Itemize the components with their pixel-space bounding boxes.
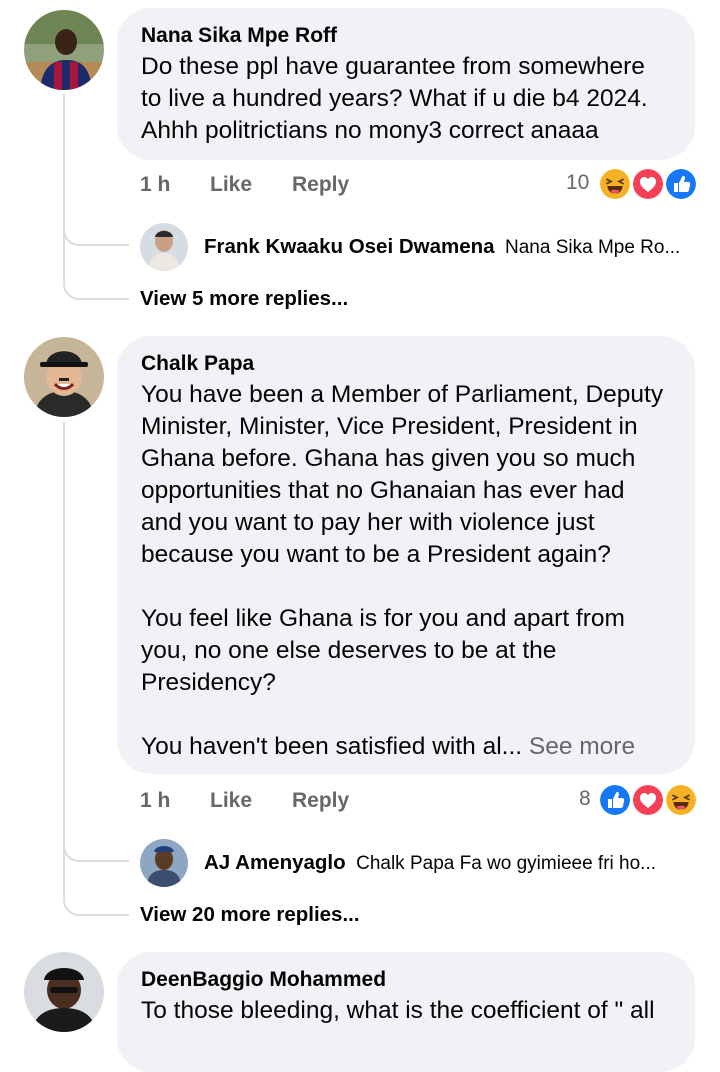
comment-author[interactable]: Chalk Papa	[141, 349, 671, 379]
truncated-text: You haven't been satisfied with al...	[141, 733, 523, 760]
reply-preview[interactable]: AJ Amenyaglo Chalk Papa Fa wo gyimieee f…	[204, 849, 656, 879]
reply-preview[interactable]: Frank Kwaaku Osei Dwamena Nana Sika Mpe …	[204, 233, 680, 263]
thumbs-up-icon[interactable]	[598, 783, 632, 817]
heart-icon[interactable]	[631, 783, 665, 817]
comment-text-line: you, no one else deserves to be at the	[141, 637, 557, 664]
comment-text-line	[141, 571, 671, 603]
thread-connector	[63, 200, 129, 246]
avatar[interactable]	[24, 952, 104, 1032]
laughing-face-icon[interactable]	[598, 167, 632, 201]
like-button[interactable]: Like	[210, 170, 252, 200]
avatar[interactable]	[24, 10, 104, 90]
comment-text-line: Ahhh politrictians no mony3 correct anaa…	[141, 117, 599, 144]
comment-bubble[interactable]: DeenBaggio Mohammed To those bleeding, w…	[117, 952, 695, 1072]
reaction-count[interactable]: 10	[566, 168, 589, 198]
avatar[interactable]	[24, 337, 104, 417]
reply-avatar[interactable]	[140, 223, 188, 271]
user-avatar-icon	[140, 839, 188, 887]
like-button[interactable]: Like	[210, 786, 252, 816]
thread-connector	[63, 244, 129, 300]
laughing-face-icon[interactable]	[664, 783, 698, 817]
comment-text-line: Minister, Minister, Vice President, Pres…	[141, 413, 638, 440]
thread-line	[63, 422, 65, 860]
reply-text: Chalk Papa Fa wo gyimieee fri ho...	[356, 853, 657, 874]
comment-text-line: opportunities that no Ghanaian has ever …	[141, 477, 625, 504]
comment-timestamp[interactable]: 1 h	[140, 170, 170, 200]
heart-icon[interactable]	[631, 167, 665, 201]
reply-button[interactable]: Reply	[292, 786, 349, 816]
comment-bubble[interactable]: Chalk Papa You have been a Member of Par…	[117, 336, 695, 774]
comment-text-line: You have been a Member of Parliament, De…	[141, 381, 664, 408]
thumbs-up-icon[interactable]	[664, 167, 698, 201]
comment-text-line: You feel like Ghana is for you and apart…	[141, 605, 625, 632]
see-more-link[interactable]: See more	[529, 733, 635, 760]
reply-author[interactable]: AJ Amenyaglo	[204, 851, 346, 874]
comment-text-line: You haven't been satisfied with al... Se…	[141, 731, 671, 763]
comment-text-line: Do these ppl have guarantee from somewhe…	[141, 53, 645, 80]
comment-text-line: Presidency?	[141, 669, 276, 696]
comment-text-line: because you want to be a President again…	[141, 541, 611, 568]
reply-author[interactable]: Frank Kwaaku Osei Dwamena	[204, 235, 495, 258]
comment-text-line: Ghana before. Ghana has given you so muc…	[141, 445, 636, 472]
reaction-count[interactable]: 8	[579, 784, 591, 814]
user-avatar-icon	[24, 952, 104, 1032]
user-avatar-icon	[140, 223, 188, 271]
thread-connector	[63, 860, 129, 916]
comment-text-line: to live a hundred years? What if u die b…	[141, 85, 648, 112]
comment-text-line: To those bleeding, what is the coefficie…	[141, 997, 655, 1024]
comment-bubble[interactable]: Nana Sika Mpe Roff Do these ppl have gua…	[117, 8, 695, 160]
comment-author[interactable]: Nana Sika Mpe Roff	[141, 21, 671, 51]
reply-button[interactable]: Reply	[292, 170, 349, 200]
user-avatar-icon	[24, 10, 104, 90]
reply-text: Nana Sika Mpe Ro...	[505, 237, 681, 258]
comment-text-line: and you want to pay her with violence ju…	[141, 509, 595, 536]
comment-text-line	[141, 699, 671, 731]
thread-connector	[63, 820, 129, 862]
comment-timestamp[interactable]: 1 h	[140, 786, 170, 816]
view-more-replies-link[interactable]: View 20 more replies...	[140, 900, 360, 930]
view-more-replies-link[interactable]: View 5 more replies...	[140, 284, 348, 314]
reply-avatar[interactable]	[140, 839, 188, 887]
comment-author[interactable]: DeenBaggio Mohammed	[141, 965, 671, 995]
user-avatar-icon	[24, 337, 104, 417]
